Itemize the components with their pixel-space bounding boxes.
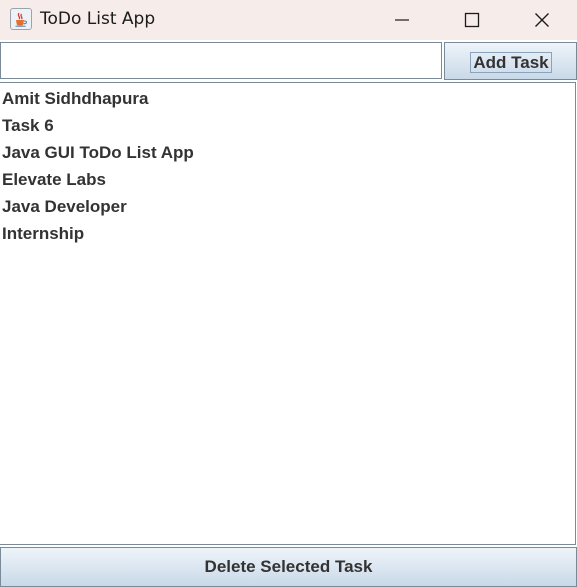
task-list-item[interactable]: Task 6	[0, 114, 575, 141]
task-input[interactable]	[0, 42, 442, 79]
add-task-button-label: Add Task	[470, 52, 552, 73]
window-title: ToDo List App	[40, 9, 156, 29]
minimize-icon	[395, 19, 409, 21]
input-row: Add Task	[0, 41, 577, 81]
task-list-item[interactable]: Internship	[0, 222, 575, 249]
todo-window: ToDo List App Add Task Amit Sidhdhapura …	[0, 0, 577, 587]
task-list[interactable]: Amit Sidhdhapura Task 6 Java GUI ToDo Li…	[0, 82, 576, 545]
maximize-icon	[464, 12, 480, 28]
task-list-item[interactable]: Java Developer	[0, 195, 575, 222]
task-list-item[interactable]: Amit Sidhdhapura	[0, 87, 575, 114]
title-bar[interactable]: ToDo List App	[0, 0, 577, 40]
task-list-item[interactable]: Elevate Labs	[0, 168, 575, 195]
close-button[interactable]	[507, 0, 577, 40]
delete-selected-task-button[interactable]: Delete Selected Task	[0, 547, 577, 587]
close-icon	[535, 13, 549, 27]
minimize-button[interactable]	[367, 0, 437, 40]
maximize-button[interactable]	[437, 0, 507, 40]
add-task-button[interactable]: Add Task	[444, 42, 577, 80]
task-list-item[interactable]: Java GUI ToDo List App	[0, 141, 575, 168]
java-coffee-cup-icon	[10, 8, 32, 30]
